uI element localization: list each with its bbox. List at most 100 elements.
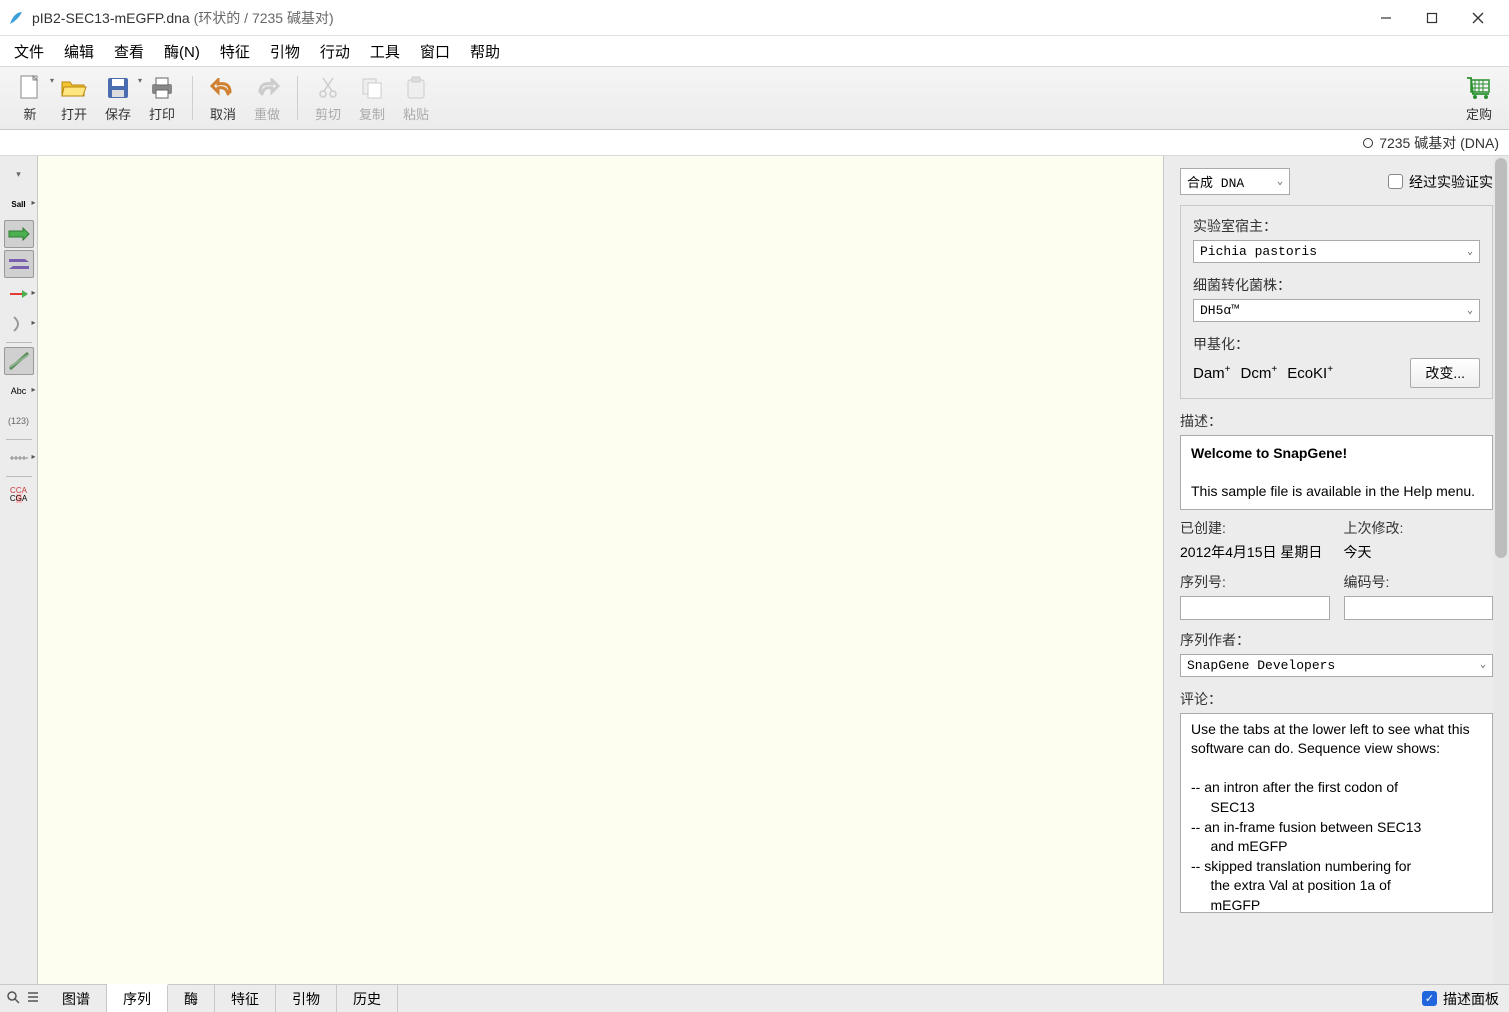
lt-primer-icon[interactable] [4,250,34,278]
checkbox-icon [1388,174,1403,189]
checkbox-checked-icon: ✓ [1422,991,1437,1006]
modified-label: 上次修改: [1344,518,1494,538]
sequence-canvas[interactable] [38,156,1163,984]
file-subtitle: (环状的 / 7235 碱基对) [194,10,334,26]
main-area: ▾ SaII▸ ▸ ▸ Abc▸ (123) ▸ CCACGA 合成 DNA⌄ … [0,156,1509,984]
desc-label: 描述： [1180,411,1493,431]
verified-checkbox[interactable]: 经过实验证实 [1388,172,1493,192]
strain-dropdown[interactable]: DH5α™⌄ [1193,299,1480,322]
lt-numbers-icon[interactable]: (123) [4,407,34,435]
menu-tools[interactable]: 工具 [360,37,410,66]
methyl-dam: Dam+ [1193,364,1231,382]
redo-button: 重做 [245,72,289,125]
new-button[interactable]: 新▾ [8,72,52,125]
save-icon [104,74,132,102]
lt-collapse[interactable]: ▾ [4,160,34,188]
menu-actions[interactable]: 行动 [310,37,360,66]
desc-panel-toggle[interactable]: ✓ 描述面板 [1412,989,1509,1009]
tab-features[interactable]: 特征 [215,985,276,1012]
scissors-icon [314,74,342,102]
printer-icon [148,74,176,102]
lt-letters-icon[interactable]: Abc▸ [4,377,34,405]
filename: pIB2-SEC13-mEGFP.dna [32,10,190,26]
paste-button: 粘贴 [394,72,438,125]
tab-primers[interactable]: 引物 [276,985,337,1012]
tab-history[interactable]: 历史 [337,985,398,1012]
methyl-dcm: Dcm+ [1241,364,1278,382]
toolbar-separator [297,76,298,120]
lt-dna-icon[interactable] [4,347,34,375]
seqnum-input[interactable] [1180,596,1330,620]
methyl-label: 甲基化： [1193,334,1480,354]
description-panel: 合成 DNA⌄ 经过实验证实 实验室宿主： Pichia pastoris⌄ 细… [1163,156,1509,984]
print-button[interactable]: 打印 [140,72,184,125]
tab-enzymes[interactable]: 酶 [168,985,215,1012]
lt-ruler-icon[interactable]: ▸ [4,444,34,472]
maximize-button[interactable] [1409,3,1455,33]
description-text[interactable]: Welcome to SnapGene! This sample file is… [1180,435,1493,510]
author-label: 序列作者： [1180,630,1493,650]
panel-scrollbar[interactable] [1493,156,1509,984]
menu-primers[interactable]: 引物 [260,37,310,66]
cut-button: 剪切 [306,72,350,125]
window-controls [1363,3,1501,33]
modified-value: 今天 [1344,542,1494,562]
open-button[interactable]: 打开 [52,72,96,125]
methyl-eco: EcoKI+ [1287,364,1333,382]
topology-icon [1363,138,1373,148]
menu-features[interactable]: 特征 [210,37,260,66]
comment-text[interactable]: Use the tabs at the lower left to see wh… [1180,713,1493,913]
list-icon[interactable] [26,990,40,1007]
lt-salt-icon[interactable]: SaII▸ [4,190,34,218]
codenum-label: 编码号: [1344,572,1494,592]
copy-icon [358,74,386,102]
window-title: pIB2-SEC13-mEGFP.dna (环状的 / 7235 碱基对) [32,8,1363,28]
order-button[interactable]: 定购 [1457,72,1501,125]
strain-label: 细菌转化菌株： [1193,275,1480,295]
seqnum-label: 序列号: [1180,572,1330,592]
lt-translation-icon[interactable]: ▸ [4,280,34,308]
tab-map[interactable]: 图谱 [46,985,107,1012]
menu-file[interactable]: 文件 [4,37,54,66]
menu-help[interactable]: 帮助 [460,37,510,66]
menu-view[interactable]: 查看 [104,37,154,66]
sequence-length: 7235 碱基对 (DNA) [1379,133,1499,153]
view-tabs: 图谱 序列 酶 特征 引物 历史 [46,985,398,1012]
cart-icon [1465,74,1493,102]
minimize-button[interactable] [1363,3,1409,33]
new-file-icon [16,74,44,102]
folder-open-icon [60,74,88,102]
lt-feature-arrow-icon[interactable] [4,220,34,248]
save-button[interactable]: 保存▾ [96,72,140,125]
author-dropdown[interactable]: SnapGene Developers⌄ [1180,654,1493,677]
copy-button: 复制 [350,72,394,125]
search-icon[interactable] [6,990,20,1007]
menubar: 文件 编辑 查看 酶(N) 特征 引物 行动 工具 窗口 帮助 [0,36,1509,66]
host-dropdown[interactable]: Pichia pastoris⌄ [1193,240,1480,263]
paste-icon [402,74,430,102]
codenum-input[interactable] [1344,596,1494,620]
toolbar: 新▾ 打开 保存▾ 打印 取消 重做 剪切 复制 粘贴 定购 [0,66,1509,130]
titlebar: pIB2-SEC13-mEGFP.dna (环状的 / 7235 碱基对) [0,0,1509,36]
host-strain-box: 实验室宿主： Pichia pastoris⌄ 细菌转化菌株： DH5α™⌄ 甲… [1180,205,1493,399]
created-value: 2012年4月15日 星期日 [1180,542,1330,562]
tab-sequence[interactable]: 序列 [107,984,168,1012]
dna-type-dropdown[interactable]: 合成 DNA⌄ [1180,168,1290,195]
bottombar: 图谱 序列 酶 特征 引物 历史 ✓ 描述面板 [0,984,1509,1012]
change-button[interactable]: 改变... [1410,358,1480,388]
menu-edit[interactable]: 编辑 [54,37,104,66]
redo-icon [253,74,281,102]
lt-cca-icon[interactable]: CCACGA [4,481,34,509]
infobar: 7235 碱基对 (DNA) [0,130,1509,156]
host-label: 实验室宿主： [1193,216,1480,236]
created-label: 已创建: [1180,518,1330,538]
close-button[interactable] [1455,3,1501,33]
undo-button[interactable]: 取消 [201,72,245,125]
comment-label: 评论： [1180,689,1493,709]
menu-enzymes[interactable]: 酶(N) [154,37,210,66]
left-toolbar: ▾ SaII▸ ▸ ▸ Abc▸ (123) ▸ CCACGA [0,156,38,984]
undo-icon [209,74,237,102]
menu-window[interactable]: 窗口 [410,37,460,66]
lt-orf-icon[interactable]: ▸ [4,310,34,338]
toolbar-separator [192,76,193,120]
